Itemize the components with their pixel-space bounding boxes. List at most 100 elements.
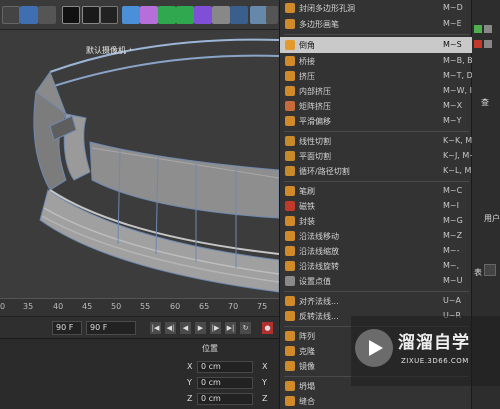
axis-label: X: [262, 362, 268, 371]
render-picture-viewer-icon[interactable]: [82, 6, 100, 24]
tag-icon[interactable]: [484, 25, 492, 33]
array-generator-icon[interactable]: [176, 6, 194, 24]
menu-item-plane-cut[interactable]: 平面切割 K~J, M~J: [280, 148, 478, 164]
menu-item-label: 坍塌: [299, 382, 315, 391]
menu-item-shortcut: M~I: [443, 201, 459, 210]
menu-item-label: 矩阵挤压: [299, 102, 331, 111]
menu-item-extrude-inner[interactable]: 内部挤压 M~W, I: [280, 83, 473, 99]
menu-item-shortcut: M~D: [443, 3, 463, 12]
position-z-field[interactable]: 0 cm: [197, 393, 253, 405]
menu-item-loop-cut[interactable]: 循环/路径切割 K~L, M~L: [280, 163, 483, 179]
menu-item-label: 克隆: [299, 347, 315, 356]
step-back-icon[interactable]: ◀|: [165, 322, 176, 334]
menu-item-shortcut: M~X: [443, 101, 463, 110]
menu-item-bridge[interactable]: 桥接 M~B, B: [280, 53, 473, 69]
menu-item-smooth-shift[interactable]: 平滑偏移 M~Y: [280, 113, 473, 129]
menu-separator: [284, 34, 469, 35]
menu-item-shortcut: M~,: [443, 261, 460, 270]
camera-icon[interactable]: [230, 6, 248, 24]
dropdown-icon[interactable]: [484, 264, 496, 276]
user-tab[interactable]: 用户: [484, 213, 500, 224]
watermark-url: ZIXUE.3D66.COM: [401, 357, 469, 365]
camera-label[interactable]: 默认摄像机 ⁺: [86, 45, 133, 56]
menu-item-normal-move[interactable]: 沿法线移动 M~Z: [280, 228, 473, 244]
menu-item-label: 封装: [299, 217, 315, 226]
menu-item-line-cut[interactable]: 线性切割 K~K, M~K: [280, 133, 484, 149]
ruler-tick: 35: [23, 302, 34, 311]
render-view-icon[interactable]: [62, 6, 80, 24]
axis-label: Y: [262, 378, 267, 387]
render-settings-gear-icon[interactable]: [100, 6, 118, 24]
menu-item-polygon-pen[interactable]: 多边形画笔 M~E: [280, 16, 473, 32]
set-point-value-icon: [285, 276, 295, 286]
frame-end-field[interactable]: 90 F: [86, 321, 136, 335]
coordinates-panel: 位置 X 0 cm X Y 0 cm Y Z 0 cm Z: [0, 338, 279, 409]
menu-item-normal-rotate[interactable]: 沿法线旋转 M~,: [280, 258, 473, 274]
matrix-extrude-icon: [285, 101, 295, 111]
menu-item-shortcut: M~E: [443, 19, 462, 28]
bevel-icon: [285, 40, 295, 50]
ruler-tick: 75: [257, 302, 268, 311]
normal-move-icon: [285, 231, 295, 241]
ring-wall-model: [33, 38, 279, 293]
render-settings-icon[interactable]: [38, 6, 56, 24]
menu-item-brush[interactable]: 笔刷 M~C: [280, 183, 473, 199]
go-start-icon[interactable]: |◀: [150, 322, 161, 334]
position-header: 位置: [202, 344, 218, 353]
menu-item-normal-scale[interactable]: 沿法线缩放 M~-: [280, 243, 473, 259]
subdivision-icon[interactable]: [158, 6, 176, 24]
menu-item-label: 对齐法线...: [299, 297, 339, 306]
play-icon[interactable]: ▶: [195, 322, 206, 334]
plane-cut-icon: [285, 151, 295, 161]
menu-item-matrix-extrude[interactable]: 矩阵挤压 M~X: [280, 98, 473, 114]
live-select-icon[interactable]: [20, 6, 38, 24]
timeline-ruler[interactable]: 0 35 40 45 50 55 60 65 70 75: [0, 298, 279, 316]
extrude-inner-icon: [285, 86, 295, 96]
menu-item-set-point-value[interactable]: 设置点值 M~U: [280, 273, 473, 289]
undo-icon[interactable]: [2, 6, 20, 24]
watermark: 溜溜自学 ZIXUE.3D66.COM: [351, 316, 500, 386]
magnet-icon: [285, 201, 295, 211]
brush-icon: [285, 186, 295, 196]
menu-item-shortcut: M~W, I: [443, 86, 472, 95]
step-forward-icon[interactable]: |▶: [210, 322, 221, 334]
spline-pen-icon[interactable]: [140, 6, 158, 24]
menu-separator: [284, 131, 469, 132]
menu-item-label: 循环/路径切割: [299, 167, 350, 176]
menu-item-stitch[interactable]: 缝合: [280, 393, 473, 409]
position-y-field[interactable]: 0 cm: [197, 377, 253, 389]
polygon-pen-icon: [285, 19, 295, 29]
menu-item-bevel[interactable]: 倒角 M~S: [280, 37, 473, 53]
menu-item-magnet[interactable]: 磁铁 M~I: [280, 198, 473, 214]
scene-icon[interactable]: [212, 6, 230, 24]
menu-item-shortcut: U~A: [443, 296, 462, 305]
menu-item-shortcut: M~T, D: [443, 71, 473, 80]
menu-item-label: 沿法线移动: [299, 232, 339, 241]
frame-start-field[interactable]: 90 F: [52, 321, 82, 335]
menu-item-shortcut: M~U: [443, 276, 463, 285]
menu-separator: [284, 291, 469, 292]
viewport-3d[interactable]: 默认摄像机 ⁺: [0, 30, 279, 298]
toolbar-extra-icon[interactable]: [266, 6, 278, 24]
play-back-icon[interactable]: ◀: [180, 322, 191, 334]
menu-item-shortcut: M~-: [443, 246, 460, 255]
cube-object-icon[interactable]: [122, 6, 140, 24]
panel-tab[interactable]: 查: [481, 97, 489, 108]
deformer-icon[interactable]: [194, 6, 212, 24]
axis-label: Z: [187, 394, 193, 403]
loop-icon[interactable]: ↻: [240, 322, 251, 334]
menu-item-fill-hole[interactable]: 封闭多边形孔洞 M~D: [280, 0, 473, 16]
menu-item-label: 倒角: [299, 41, 315, 50]
main-toolbar: [0, 0, 279, 30]
stitch-icon: [285, 396, 295, 406]
menu-item-align-normals[interactable]: 对齐法线... U~A: [280, 293, 473, 309]
go-end-icon[interactable]: ▶|: [225, 322, 236, 334]
menu-item-iron[interactable]: 封装 M~G: [280, 213, 473, 229]
menu-item-shortcut: M~Z: [443, 231, 463, 240]
visibility-check-icon[interactable]: [474, 25, 482, 33]
menu-item-extrude[interactable]: 挤压 M~T, D: [280, 68, 473, 84]
record-icon[interactable]: ●: [262, 322, 273, 334]
position-x-field[interactable]: 0 cm: [197, 361, 253, 373]
tag-icon[interactable]: [484, 40, 492, 48]
visibility-cross-icon[interactable]: [474, 40, 482, 48]
